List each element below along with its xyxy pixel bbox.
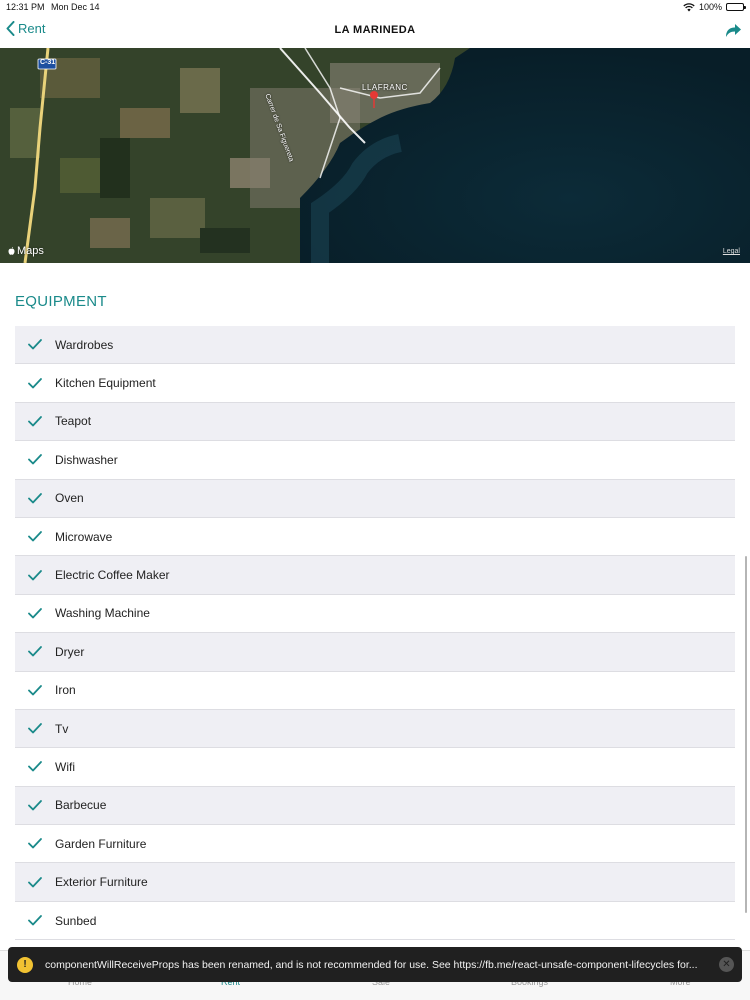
- warning-message: componentWillReceiveProps has been renam…: [45, 958, 698, 971]
- checkmark-icon: [15, 377, 55, 389]
- battery-percent: 100%: [698, 2, 722, 12]
- checkmark-icon: [15, 838, 55, 849]
- list-item-label: Microwave: [55, 529, 113, 544]
- town-label: LLAFRANC: [362, 83, 408, 92]
- nav-bar: Rent LA MARINEDA: [0, 14, 750, 48]
- checkmark-icon: [15, 876, 55, 888]
- share-button[interactable]: [724, 22, 742, 43]
- location-map[interactable]: C-31 LLAFRANC Carrer de Sa Figuereta Map…: [0, 48, 750, 263]
- checkmark-icon: [15, 531, 55, 542]
- list-item: Exterior Furniture: [15, 863, 735, 902]
- checkmark-icon: [15, 492, 55, 504]
- list-item: Dishwasher: [15, 441, 735, 480]
- warning-toast[interactable]: ! componentWillReceiveProps has been ren…: [8, 947, 742, 982]
- satellite-map-image: [0, 48, 750, 263]
- list-item-label: Teapot: [55, 414, 92, 429]
- list-item: Iron: [15, 672, 735, 710]
- list-item: Oven: [15, 479, 735, 518]
- wifi-icon: [683, 2, 695, 11]
- section-title: EQUIPMENT: [15, 293, 107, 310]
- checkmark-icon: [15, 569, 55, 581]
- status-bar: 12:31 PM Mon Dec 14 100%: [0, 0, 750, 14]
- equipment-list: Wardrobes Kitchen Equipment Teapot Dishw…: [15, 326, 735, 941]
- list-item-label: Iron: [55, 683, 76, 698]
- list-item-label: Electric Coffee Maker: [55, 568, 170, 583]
- scrollbar[interactable]: [745, 556, 747, 913]
- list-item: Garden Furniture: [15, 825, 735, 864]
- road-label: C-31: [40, 59, 56, 66]
- battery-icon: [726, 3, 746, 11]
- checkmark-icon: [15, 608, 55, 619]
- checkmark-icon: [15, 416, 55, 427]
- list-item: Barbecue: [15, 786, 735, 826]
- maps-logo-label: Maps: [17, 245, 44, 257]
- checkmark-icon: [15, 454, 55, 465]
- list-item-label: Wardrobes: [55, 337, 114, 352]
- list-item: Wardrobes: [15, 326, 735, 365]
- list-item: Dryer: [15, 633, 735, 672]
- checkmark-icon: [15, 761, 55, 772]
- legal-link[interactable]: Legal: [723, 248, 740, 255]
- list-item-label: Garden Furniture: [55, 836, 147, 851]
- checkmark-icon: [15, 646, 55, 657]
- maps-logo: Maps: [8, 245, 44, 257]
- list-item: Microwave: [15, 518, 735, 557]
- list-item-label: Oven: [55, 491, 84, 506]
- apple-logo-icon: [8, 247, 15, 255]
- close-icon[interactable]: ✕: [719, 957, 734, 972]
- warning-icon: !: [17, 956, 33, 973]
- status-right: 100%: [683, 2, 746, 12]
- list-item-label: Washing Machine: [55, 606, 150, 621]
- status-date: Mon Dec 14: [51, 2, 100, 12]
- list-item: Kitchen Equipment: [15, 364, 735, 403]
- status-time: 12:31 PM: [6, 2, 45, 12]
- list-item-label: Tv: [55, 721, 69, 736]
- list-item-label: Kitchen Equipment: [55, 376, 156, 391]
- list-item-label: Wifi: [55, 759, 75, 774]
- list-item-label: Dishwasher: [55, 452, 118, 467]
- checkmark-icon: [15, 723, 55, 734]
- checkmark-icon: [15, 915, 55, 926]
- page-title: LA MARINEDA: [334, 24, 416, 36]
- list-item: Tv: [15, 709, 735, 749]
- list-item: Wifi: [15, 748, 735, 787]
- checkmark-icon: [15, 684, 55, 696]
- list-item: Sunbed: [15, 902, 735, 941]
- list-item: Washing Machine: [15, 595, 735, 634]
- list-item-label: Sunbed: [55, 913, 97, 928]
- list-item: Teapot: [15, 402, 735, 442]
- checkmark-icon: [15, 799, 55, 811]
- checkmark-icon: [15, 339, 55, 350]
- share-arrow-icon: [726, 24, 741, 37]
- list-item: Electric Coffee Maker: [15, 556, 735, 595]
- list-item-label: Exterior Furniture: [55, 875, 148, 890]
- list-item-label: Barbecue: [55, 798, 107, 813]
- list-item-label: Dryer: [55, 644, 85, 659]
